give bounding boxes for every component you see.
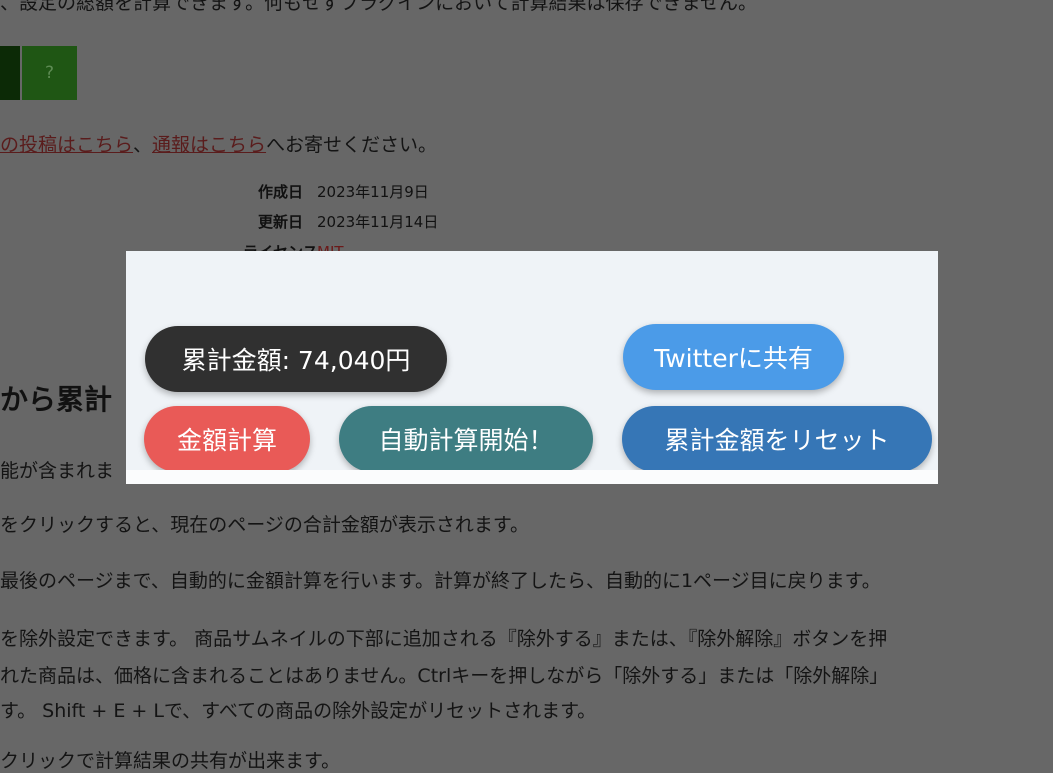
share-twitter-button[interactable]: Twitterに共有	[623, 324, 844, 390]
reset-total-button[interactable]: 累計金額をリセット	[622, 406, 932, 472]
meta-created: 作成日 2023年11月9日	[243, 181, 429, 202]
contact-suffix: へお寄せください。	[266, 134, 438, 156]
auto-calculate-button[interactable]: 自動計算開始！	[339, 406, 593, 472]
created-label: 作成日	[257, 183, 303, 201]
report-link[interactable]: 通報はこちら	[152, 134, 266, 156]
link-separator: 、	[133, 134, 153, 156]
meta-updated: 更新日 2023年11月14日	[243, 211, 438, 232]
body-line-6: す。 Shift + E + Lで、すべての商品の除外設定がリセットされます。	[0, 700, 597, 722]
body-line-7: クリックで計算結果の共有が出来ます。	[0, 750, 341, 772]
body-line-2: をクリックすると、現在のページの合計金額が表示されます。	[0, 514, 529, 536]
help-button[interactable]: ?	[22, 46, 77, 100]
created-value: 2023年11月9日	[317, 183, 429, 201]
post-link[interactable]: の投稿はこちら	[0, 134, 133, 156]
body-line-3: 最後のページまで、自動的に金額計算を行います。計算が終了したら、自動的に1ページ…	[0, 570, 881, 592]
contact-line: の投稿はこちら、通報はこちらへお寄せください。	[0, 130, 437, 157]
calculator-panel: 累計金額: 74,040円 Twitterに共有 金額計算 自動計算開始！ 累計…	[126, 251, 938, 484]
toolbar-button[interactable]	[0, 46, 20, 100]
updated-label: 更新日	[257, 213, 303, 231]
total-amount-display: 累計金額: 74,040円	[145, 326, 447, 392]
updated-value: 2023年11月14日	[317, 213, 439, 231]
body-line-4: を除外設定できます。 商品サムネイルの下部に追加される『除外する』または、『除外…	[0, 628, 888, 650]
panel-footer-strip	[126, 470, 938, 484]
intro-text: 、設定の総額を計算できます。何もせずプラグインにおいて計算結果は保存できません。	[0, 0, 757, 14]
body-line-1: 能が含まれま	[0, 460, 115, 482]
section-heading: から累計	[0, 383, 113, 416]
body-line-5: れた商品は、価格に含まれることはありません。Ctrlキーを押しながら「除外する」…	[0, 665, 889, 687]
calculate-button[interactable]: 金額計算	[144, 406, 310, 472]
